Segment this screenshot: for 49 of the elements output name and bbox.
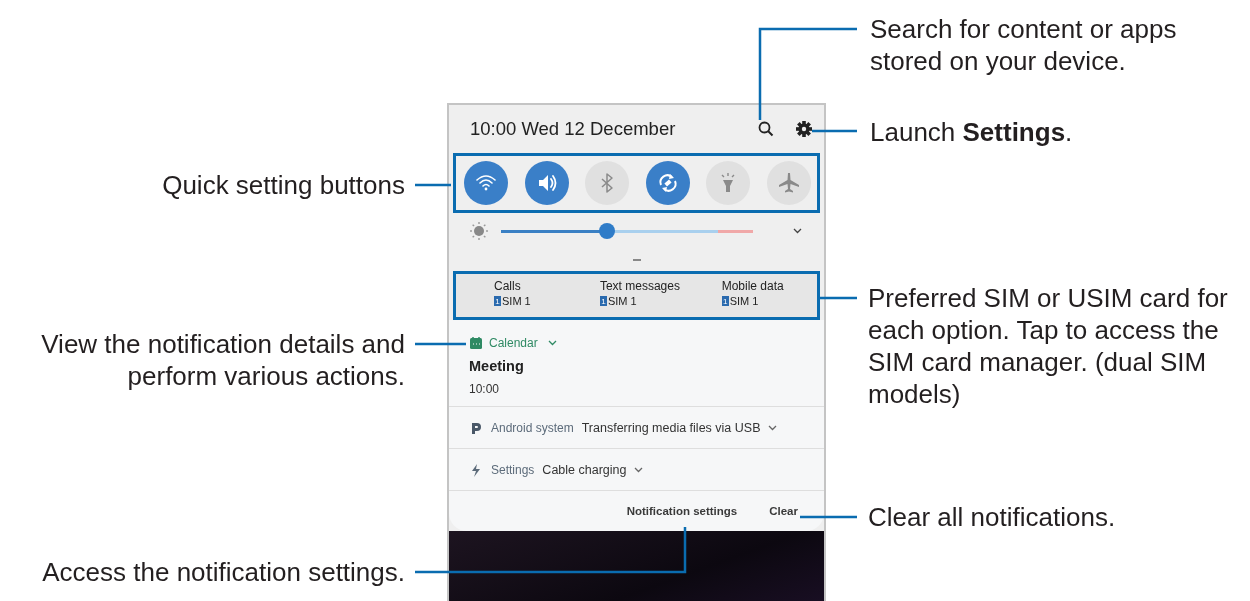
callout-text: Clear all notifications. — [868, 501, 1117, 533]
leader-line — [812, 129, 857, 133]
app-name: Calendar — [489, 336, 538, 350]
chevron-down-icon[interactable] — [793, 228, 802, 234]
settings-icon[interactable] — [796, 121, 812, 137]
leader-line — [800, 515, 857, 519]
leader-line — [415, 183, 451, 187]
notification-text: 10:00 — [469, 382, 501, 396]
sim-number-badge: 1 — [721, 296, 729, 306]
callout-text: Access the notification settings. — [41, 556, 405, 588]
chevron-down-icon[interactable] — [768, 424, 778, 431]
sim-name-text: SIM 1 — [502, 295, 531, 307]
sim-option-label[interactable]: Calls — [494, 279, 521, 293]
chevron-down-icon[interactable] — [634, 466, 644, 473]
p-logo-icon — [469, 420, 483, 435]
sim-option-label[interactable]: Mobile data — [721, 279, 784, 293]
app-name: Android system — [491, 420, 574, 435]
notification-text: Cable charging — [542, 462, 627, 477]
quick-toggle-button[interactable] — [766, 161, 811, 205]
sync-icon — [656, 172, 679, 194]
callout-text: Launch Settings. — [870, 116, 1074, 148]
notification-footer-button[interactable]: Clear — [769, 505, 798, 517]
notification-title: Meeting — [469, 358, 525, 374]
sim-number-badge: 1 — [494, 296, 501, 306]
search-icon[interactable] — [758, 121, 774, 137]
quick-toggle-button[interactable] — [706, 161, 751, 205]
callout-text: Quick setting buttons — [161, 169, 405, 201]
sim-name-text: SIM 1 — [607, 295, 637, 307]
app-name: Settings — [491, 462, 535, 477]
time-date-text: 10:00 Wed 12 December — [470, 118, 677, 140]
leader-line — [415, 342, 466, 346]
lightning-icon — [469, 462, 483, 477]
quick-toggle-button[interactable] — [585, 161, 630, 205]
brightness-icon — [469, 221, 489, 241]
sim-name-text: SIM 1 — [729, 295, 759, 307]
notification-footer-button[interactable]: Notification settings — [626, 505, 738, 517]
chevron-down-icon[interactable] — [547, 340, 557, 346]
sim-number-badge: 1 — [599, 296, 607, 306]
airplane-icon — [777, 172, 800, 194]
calendar-icon — [469, 336, 483, 350]
quick-toggle-button[interactable] — [524, 161, 569, 205]
callout-text: Search for content or apps stored on your device. — [870, 13, 1178, 77]
sim-option-label[interactable]: Text messages — [599, 279, 680, 293]
slider-thumb[interactable] — [598, 223, 615, 239]
callout-text: View the notification details and perform various actions. — [40, 328, 405, 392]
notification-text: Transferring media files via USB — [581, 420, 761, 435]
quick-toggle-button[interactable] — [645, 161, 690, 205]
quick-toggle-button[interactable] — [464, 161, 508, 205]
callout-text: Preferred SIM or USIM card for each option. Tap to access the SIM card manager. (dual SIM models) — [868, 282, 1229, 410]
